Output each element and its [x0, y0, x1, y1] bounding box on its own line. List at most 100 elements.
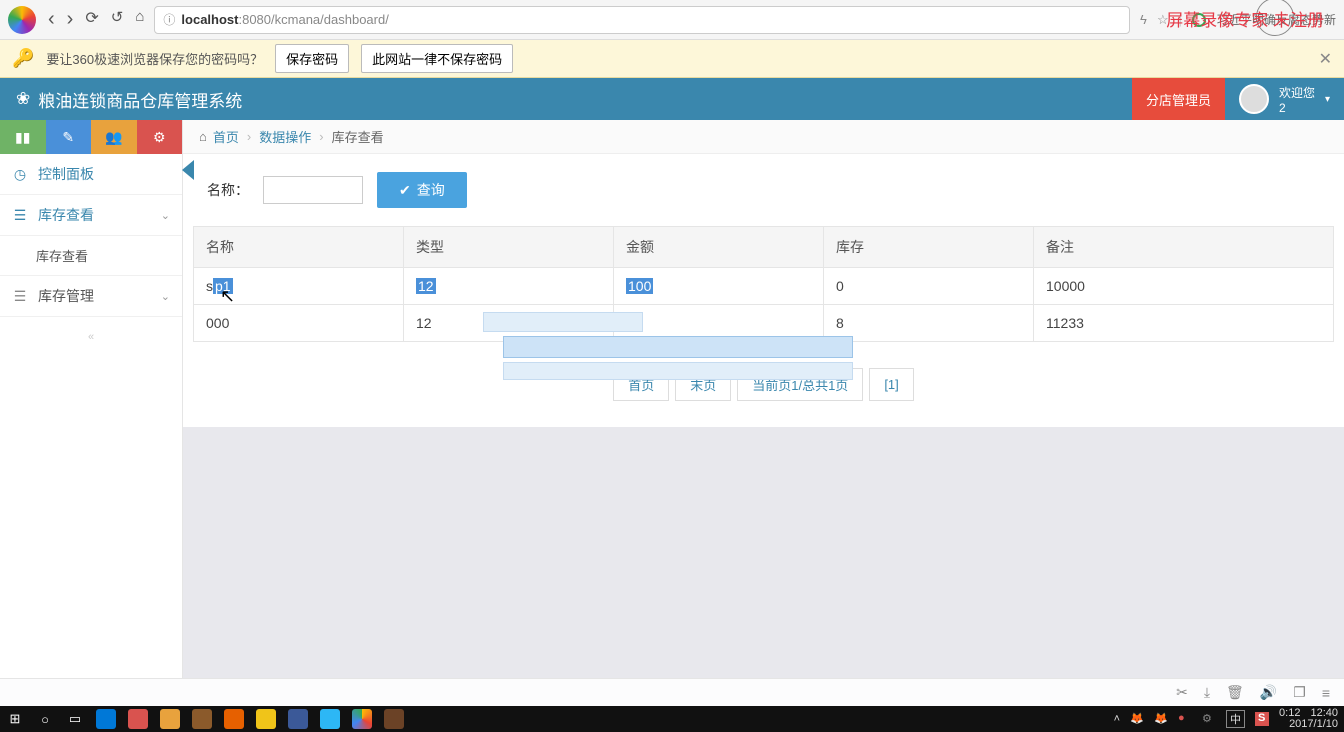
check-icon: ✔	[399, 182, 411, 199]
cell-note: 11233	[1034, 305, 1334, 342]
overlay-rect	[503, 362, 853, 380]
overlay-rect	[503, 336, 853, 358]
tray-icon[interactable]: ⚙	[1202, 712, 1216, 726]
cortana-icon[interactable]: ○	[36, 710, 54, 728]
ext-menu-icon[interactable]: ≡	[1322, 685, 1330, 701]
never-save-password-button[interactable]: 此网站一律不保存密码	[361, 44, 513, 73]
cell-text: s	[206, 278, 213, 294]
app-icon[interactable]	[320, 709, 340, 729]
tray-icon[interactable]: 🦊	[1130, 712, 1144, 726]
sidebar-item-inventory-manage[interactable]: ☰ 库存管理 ⌄	[0, 276, 182, 317]
search-button-label: 查询	[417, 180, 445, 200]
breadcrumb: ⌂ 首页 › 数据操作 › 库存查看	[183, 120, 1344, 154]
start-button[interactable]: ⊞	[6, 710, 24, 728]
sidebar-tab-edit[interactable]: ✎	[46, 120, 92, 154]
app-icon[interactable]	[288, 709, 308, 729]
breadcrumb-home[interactable]: 首页	[213, 127, 239, 146]
table-row[interactable]: sp1 12 100 0 10000	[194, 268, 1334, 305]
sidebar: ▮▮ ✎ 👥 ⚙ ◷ 控制面板 ☰ 库存查看 ⌄ 库存查看 ☰ 库存管理 ⌄ «	[0, 120, 183, 678]
cell-highlight: p1	[213, 278, 233, 294]
cell-name: 000	[194, 305, 404, 342]
col-amount: 金额	[614, 227, 824, 268]
search-label: 名称：	[207, 180, 249, 200]
app-icon[interactable]	[352, 709, 372, 729]
name-search-input[interactable]	[263, 176, 363, 204]
sidebar-tabs: ▮▮ ✎ 👥 ⚙	[0, 120, 182, 154]
sidebar-item-label: 库存查看	[38, 205, 94, 225]
back-button[interactable]: ‹	[48, 8, 55, 31]
firefox-icon[interactable]	[224, 709, 244, 729]
sidebar-tab-share[interactable]: ⚙	[137, 120, 183, 154]
taskbar-clock[interactable]: 0:1212:40 2017/1/10	[1279, 708, 1338, 730]
leaf-icon: ❀	[16, 89, 30, 109]
app-title-text: 粮油连锁商品仓库管理系统	[38, 87, 242, 112]
app-icon[interactable]	[160, 709, 180, 729]
table-header-row: 名称 类型 金额 库存 备注	[194, 227, 1334, 268]
password-save-bar: 🔑 要让360极速浏览器保存您的密码吗？ 保存密码 此网站一律不保存密码 ✕	[0, 40, 1344, 78]
user-area[interactable]: 欢迎您 2 ▾	[1225, 84, 1344, 115]
sidebar-item-label: 库存查看	[36, 246, 88, 265]
tray-icon[interactable]: 🦊	[1154, 712, 1168, 726]
sidebar-item-inventory-view-sub[interactable]: 库存查看	[0, 236, 182, 276]
list-icon: ☰	[12, 288, 28, 305]
ext-trash-icon[interactable]: 🗑	[1226, 684, 1244, 701]
page-1-button[interactable]: [1]	[869, 368, 913, 401]
sidebar-item-inventory-view[interactable]: ☰ 库存查看 ⌄	[0, 195, 182, 236]
ext-volume-icon[interactable]: 🔊	[1260, 684, 1277, 701]
close-password-bar-button[interactable]: ✕	[1319, 49, 1332, 69]
home-icon: ⌂	[199, 129, 207, 144]
key-icon: 🔑	[12, 48, 34, 69]
edge-icon[interactable]	[96, 709, 116, 729]
ext-download-icon[interactable]: ⤓	[1204, 684, 1210, 701]
col-stock: 库存	[824, 227, 1034, 268]
taskview-icon[interactable]: ▭	[66, 710, 84, 728]
ext-window-icon[interactable]: ❐	[1293, 684, 1306, 701]
taskbar: ⊞ ○ ▭ ˄ 🦊 🦊 ● ⚙ 中 S 0:1212:40 2017/1/10	[0, 706, 1344, 732]
user-sub: 2	[1279, 101, 1315, 115]
app-icon[interactable]	[192, 709, 212, 729]
chevron-down-icon: ⌄	[161, 290, 170, 303]
breadcrumb-data-ops[interactable]: 数据操作	[259, 127, 311, 146]
content-area: ⌂ 首页 › 数据操作 › 库存查看 名称： ✔ 查询 名称 类型 金额	[183, 120, 1344, 678]
overlay-rect	[483, 312, 643, 332]
breadcrumb-current: 库存查看	[332, 127, 384, 146]
reload-button[interactable]: ⟳	[85, 8, 98, 31]
url-port: :8080	[238, 12, 271, 27]
cell-note: 10000	[1034, 268, 1334, 305]
ext-scissors-icon[interactable]: ✂	[1176, 684, 1188, 701]
cell-stock: 8	[824, 305, 1034, 342]
explorer-icon[interactable]	[256, 709, 276, 729]
home-button[interactable]: ⌂	[135, 8, 144, 31]
col-note: 备注	[1034, 227, 1334, 268]
welcome-text: 欢迎您	[1279, 84, 1315, 101]
watermark-text: 屏幕录像专家 未注册	[1166, 6, 1324, 31]
app-icon[interactable]	[384, 709, 404, 729]
url-host: localhost	[181, 12, 238, 27]
browser-toolbar: ‹ › ⟳ ↺ ⌂ ⓘ localhost:8080/kcmana/dashbo…	[0, 0, 1344, 40]
url-bar[interactable]: ⓘ localhost:8080/kcmana/dashboard/	[154, 6, 1130, 34]
cell-highlight: 12	[416, 278, 436, 294]
forward-button[interactable]: ›	[67, 8, 74, 31]
lightning-icon[interactable]: ϟ	[1140, 12, 1147, 27]
col-type: 类型	[404, 227, 614, 268]
sidebar-tab-stats[interactable]: ▮▮	[0, 120, 46, 154]
sogou-icon[interactable]: S	[1255, 712, 1269, 726]
search-button[interactable]: ✔ 查询	[377, 172, 467, 208]
sidebar-collapse-icon[interactable]: «	[0, 317, 182, 357]
sidebar-item-dashboard[interactable]: ◷ 控制面板	[0, 154, 182, 195]
app-icon[interactable]	[128, 709, 148, 729]
restore-button[interactable]: ↺	[111, 8, 124, 31]
search-row: 名称： ✔ 查询	[183, 154, 1344, 226]
content-footer	[183, 427, 1344, 678]
collapse-arrow-icon[interactable]	[182, 160, 194, 180]
sidebar-item-label: 库存管理	[38, 286, 94, 306]
tray-up-icon[interactable]: ˄	[1114, 713, 1120, 725]
ime-indicator[interactable]: 中	[1226, 710, 1245, 728]
tray-icon[interactable]: ●	[1178, 712, 1192, 726]
save-password-button[interactable]: 保存密码	[275, 44, 349, 73]
table-wrap: 名称 类型 金额 库存 备注 sp1 12 100 0 10000	[183, 226, 1344, 342]
avatar	[1239, 84, 1269, 114]
sidebar-tab-users[interactable]: 👥	[91, 120, 137, 154]
site-info-icon: ⓘ	[163, 11, 175, 28]
app-header: ❀ 粮油连锁商品仓库管理系统 分店管理员 欢迎您 2 ▾	[0, 78, 1344, 120]
